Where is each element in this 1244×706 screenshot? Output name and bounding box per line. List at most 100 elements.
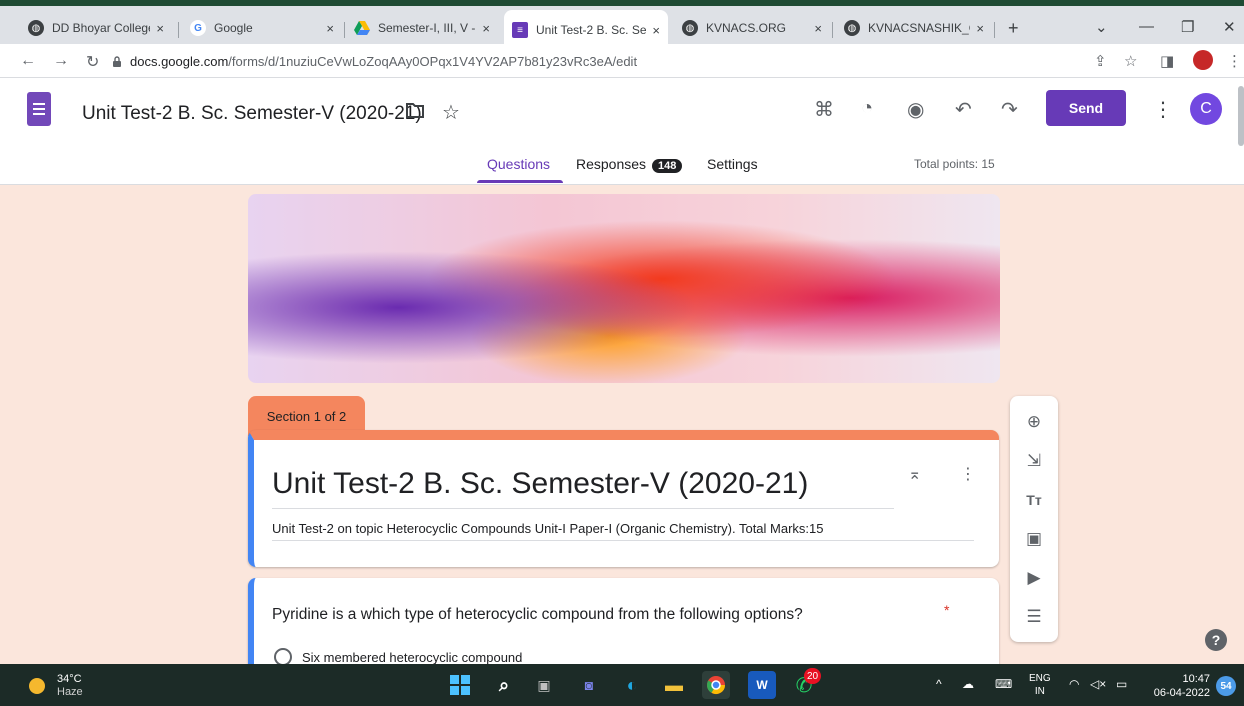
tab-label: KVNACSNASHIK_C <box>868 21 971 35</box>
wifi-icon[interactable]: ◠ <box>1069 677 1079 691</box>
close-tab-icon[interactable]: × <box>976 21 984 36</box>
avatar[interactable]: C <box>1190 93 1222 125</box>
battery-icon[interactable]: ▭ <box>1116 677 1127 691</box>
language-code: ENG <box>1029 673 1051 684</box>
close-window-icon[interactable]: ✕ <box>1223 18 1236 36</box>
profile-avatar-icon[interactable] <box>1193 50 1213 70</box>
region-code: IN <box>1034 686 1045 697</box>
move-to-folder-icon[interactable] <box>405 101 425 125</box>
notification-count[interactable]: 54 <box>1216 676 1236 696</box>
star-icon[interactable]: ☆ <box>442 100 460 125</box>
tab-label: KVNACS.ORG <box>706 21 787 35</box>
forward-icon[interactable]: → <box>53 52 69 70</box>
restore-icon[interactable]: ❐ <box>1181 18 1194 36</box>
question-card[interactable]: Pyridine is a which type of heterocyclic… <box>248 578 999 678</box>
google-icon: G <box>190 20 206 36</box>
lock-icon <box>113 55 121 67</box>
section-more-icon[interactable]: ⋮ <box>960 464 976 484</box>
customize-theme-icon[interactable]: ◔ <box>861 97 873 120</box>
close-tab-icon[interactable]: × <box>652 23 660 38</box>
page-scrollbar[interactable] <box>1238 86 1244 146</box>
add-section-icon[interactable]: ☰ <box>1022 605 1046 629</box>
os-taskbar: 34°C Haze ⌕ ▣ ◙ ◐ ▬ W ✆ ^ ☁ ⌨ ENG IN ◠ ◁… <box>0 664 1244 706</box>
browser-menu-icon[interactable]: ⋮ <box>1227 52 1242 70</box>
tab-questions[interactable]: Questions <box>487 156 550 172</box>
edge-icon[interactable]: ◐ <box>618 671 646 699</box>
document-title[interactable]: Unit Test-2 B. Sc. Semester-V (2020-21) <box>82 103 422 125</box>
keyboard-icon[interactable]: ⌨ <box>995 677 1012 691</box>
add-ons-icon[interactable]: ⌘ <box>814 97 834 122</box>
tab-label: Unit Test-2 B. Sc. Se <box>536 23 647 37</box>
import-questions-icon[interactable]: ⇲ <box>1022 449 1046 473</box>
onedrive-cloud-icon[interactable]: ☁ <box>962 677 974 691</box>
undo-icon[interactable]: ↶ <box>955 97 972 122</box>
form-title[interactable]: Unit Test-2 B. Sc. Semester-V (2020-21) <box>272 467 808 501</box>
volume-muted-icon[interactable]: ◁× <box>1090 677 1106 691</box>
tab-settings[interactable]: Settings <box>707 156 758 172</box>
add-question-icon[interactable]: ⊕ <box>1022 410 1046 434</box>
tab-search-icon[interactable]: ⌄ <box>1095 18 1108 36</box>
close-tab-icon[interactable]: × <box>814 21 822 36</box>
start-icon[interactable] <box>446 671 474 699</box>
tab-label: Google <box>214 21 253 35</box>
more-options-icon[interactable]: ⋮ <box>1153 97 1173 122</box>
question-text[interactable]: Pyridine is a which type of heterocyclic… <box>272 606 803 624</box>
form-description[interactable]: Unit Test-2 on topic Heterocyclic Compou… <box>272 521 824 536</box>
minimize-icon[interactable]: — <box>1139 18 1154 35</box>
teams-chat-icon[interactable]: ◙ <box>575 671 603 699</box>
tab-kvnacs-org[interactable]: ◍ KVNACS.ORG × <box>674 12 830 44</box>
send-button[interactable]: Send <box>1046 90 1126 126</box>
url-field[interactable]: docs.google.com/forms/d/1nuziuCeVwLoZoqA… <box>112 49 1072 73</box>
search-icon[interactable]: ⌕ <box>490 671 518 699</box>
forms-icon: ≡ <box>512 22 528 38</box>
tab-divider <box>344 22 345 38</box>
add-title-icon[interactable]: Tт <box>1022 488 1046 512</box>
globe-icon: ◍ <box>28 20 44 36</box>
forms-header: Unit Test-2 B. Sc. Semester-V (2020-21) … <box>0 78 1244 185</box>
reload-icon[interactable]: ↻ <box>86 52 99 72</box>
share-icon[interactable]: ⇪ <box>1094 52 1107 70</box>
tab-kvnacs-nashik[interactable]: ◍ KVNACSNASHIK_C × <box>836 12 992 44</box>
option-1-label[interactable]: Six membered heterocyclic compound <box>302 650 522 665</box>
new-tab-button[interactable]: + <box>1000 12 1030 44</box>
bookmark-star-icon[interactable]: ☆ <box>1124 52 1137 70</box>
tab-drive-semester[interactable]: Semester-I, III, V - ( × <box>346 12 498 44</box>
tab-google[interactable]: G Google × <box>182 12 342 44</box>
add-video-icon[interactable]: ▶ <box>1022 566 1046 590</box>
chrome-icon[interactable] <box>702 671 730 699</box>
back-icon[interactable]: ← <box>20 52 36 70</box>
help-button[interactable]: ? <box>1205 629 1227 651</box>
weather-status[interactable]: Haze <box>57 686 83 698</box>
temperature[interactable]: 34°C <box>57 673 82 685</box>
redo-icon[interactable]: ↷ <box>1001 97 1018 122</box>
globe-icon: ◍ <box>682 20 698 36</box>
word-icon[interactable]: W <box>748 671 776 699</box>
add-image-icon[interactable]: ▣ <box>1022 527 1046 551</box>
preview-eye-icon[interactable]: ◉ <box>907 97 924 122</box>
show-hidden-icons[interactable]: ^ <box>936 677 942 691</box>
tab-label: Semester-I, III, V - ( <box>378 21 477 35</box>
weather-sun-icon[interactable] <box>29 678 45 694</box>
tab-label: DD Bhoyar College <box>52 21 151 35</box>
form-title-card[interactable]: Unit Test-2 B. Sc. Semester-V (2020-21) … <box>248 430 999 567</box>
language-indicator[interactable]: ENG IN <box>1029 672 1051 698</box>
tab-dd-bhoyar[interactable]: ◍ DD Bhoyar College × <box>20 12 172 44</box>
tab-responses-label: Responses <box>576 156 647 172</box>
task-view-icon[interactable]: ▣ <box>530 671 558 699</box>
url-host: docs.google.com <box>130 53 229 69</box>
collapse-section-icon[interactable]: ⌅ <box>908 464 921 484</box>
close-tab-icon[interactable]: × <box>326 21 334 36</box>
tab-responses[interactable]: Responses 148 <box>576 156 683 173</box>
close-tab-icon[interactable]: × <box>482 21 490 36</box>
required-asterisk: * <box>944 602 950 618</box>
forms-logo-icon[interactable] <box>27 92 51 126</box>
clock[interactable]: 10:47 06-04-2022 <box>1148 672 1210 700</box>
side-panel-icon[interactable]: ◨ <box>1160 52 1174 70</box>
file-explorer-icon[interactable]: ▬ <box>660 671 688 699</box>
responses-count-badge: 148 <box>652 159 683 173</box>
address-bar: ← → ↻ docs.google.com/forms/d/1nuziuCeVw… <box>0 44 1244 78</box>
header-banner-image <box>248 194 1000 383</box>
close-tab-icon[interactable]: × <box>156 21 164 36</box>
globe-icon: ◍ <box>844 20 860 36</box>
date: 06-04-2022 <box>1153 687 1210 699</box>
